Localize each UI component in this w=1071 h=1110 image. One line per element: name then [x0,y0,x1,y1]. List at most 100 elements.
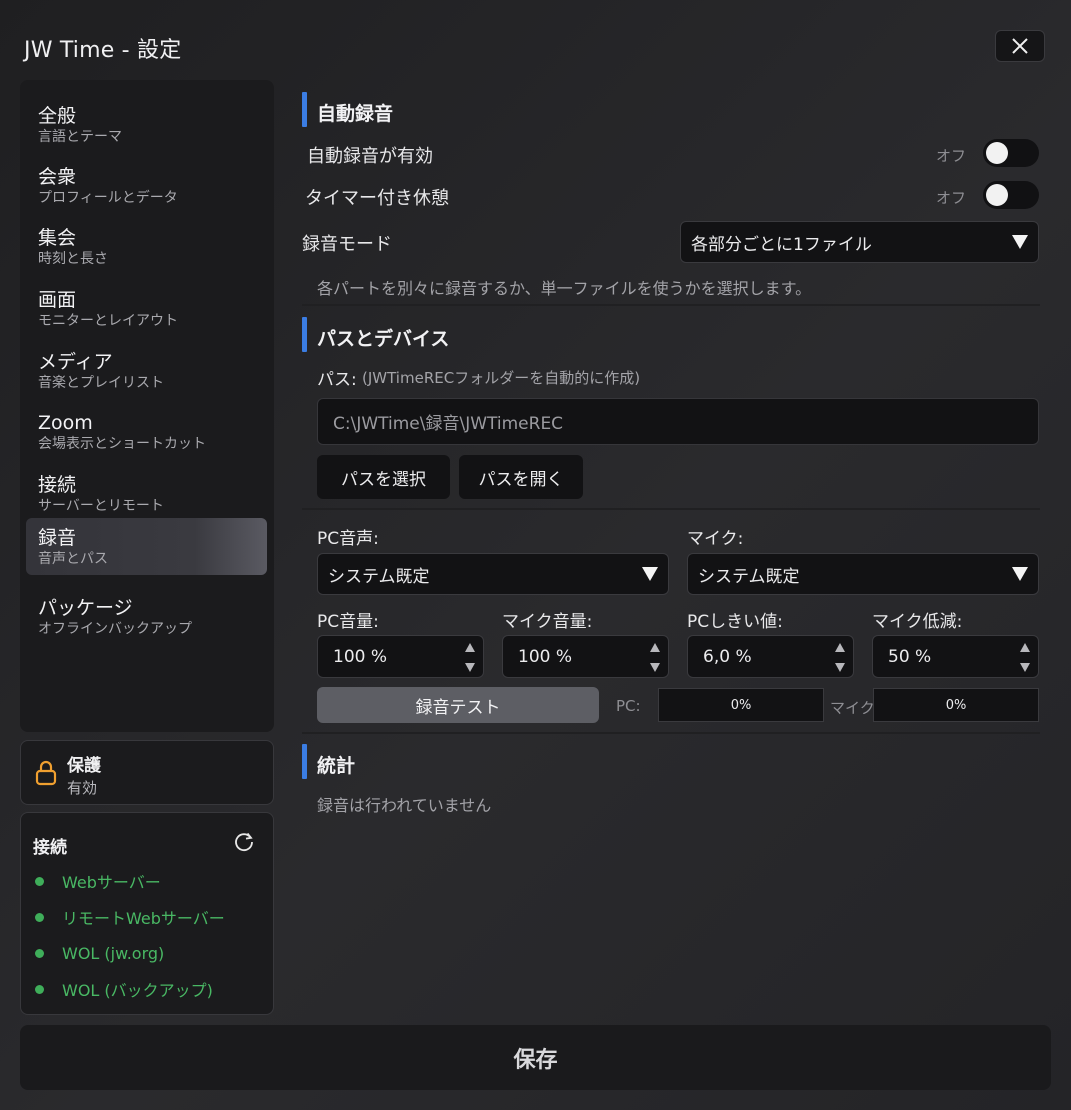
sidebar-nav: 全般 言語とテーマ 会衆 プロフィールとデータ 集会 時刻と長さ 画面 モニター… [20,80,274,732]
auto-record-enabled-state: オフ [936,147,967,165]
settings-window: JW Time - 設定 全般 言語とテーマ 会衆 プロフィールとデータ 集会 … [0,0,1071,1110]
section-divider [302,732,1040,734]
sidebar-item-package[interactable]: パッケージ オフラインバックアップ [26,584,267,641]
connection-item-label: WOL (バックアップ) [62,981,213,1000]
section-divider [302,304,1040,306]
auto-record-toggle[interactable] [983,139,1039,167]
auto-record-enabled-label: 自動録音が有効 [307,146,433,167]
record-mode-select[interactable]: 各部分ごとに1ファイル [680,221,1039,263]
choose-path-button[interactable]: パスを選択 [317,455,450,499]
protection-panel[interactable]: 保護 有効 [20,740,274,805]
sidebar-item-label: 会衆 [38,166,77,188]
toggle-knob [986,184,1008,206]
timed-break-toggle[interactable] [983,181,1039,209]
pc-volume-value: 100 % [333,646,388,667]
path-label: パス: [317,370,357,390]
sidebar-item-sublabel: 音声とパス [38,551,108,567]
sidebar-item-sublabel: プロフィールとデータ [38,190,178,206]
record-mode-hint: 各パートを別々に録音するか、単一ファイルを使うかを選択します。 [317,279,812,298]
stepper-down-icon[interactable] [465,663,475,672]
timed-break-label: タイマー付き休憩 [305,188,449,209]
stepper-up-icon[interactable] [650,643,660,652]
sidebar-item-connection[interactable]: 接続 サーバーとリモート [26,461,267,518]
pc-threshold-stepper[interactable]: 6,0 % [687,635,854,678]
status-dot-icon [35,912,44,922]
sidebar-item-label: 録音 [38,527,77,549]
dropdown-arrow-icon [1012,567,1028,581]
mic-value: システム既定 [698,566,800,587]
sidebar-item-recording[interactable]: 録音 音声とパス [26,518,267,575]
path-hint: (JWTimeRECフォルダーを自動的に作成) [362,369,641,387]
section-accent-bar [302,744,307,779]
open-path-button[interactable]: パスを開く [459,455,583,499]
pc-level-meter: 0% [658,688,824,722]
sidebar-item-congregation[interactable]: 会衆 プロフィールとデータ [26,153,267,210]
refresh-icon[interactable] [233,831,255,853]
sidebar-item-sublabel: サーバーとリモート [38,498,164,514]
pc-meter-label: PC: [616,697,641,715]
mic-volume-value: 100 % [518,646,573,667]
mic-volume-label: マイク音量: [502,612,593,632]
stepper-up-icon[interactable] [1020,643,1030,652]
stats-empty-text: 録音は行われていません [317,796,492,815]
pc-audio-value: システム既定 [328,566,430,587]
connection-item-label: WOL (jw.org) [62,943,165,963]
stepper-down-icon[interactable] [1020,663,1030,672]
mic-level-meter: 0% [873,688,1039,722]
protection-status: 有効 [67,779,98,797]
connection-item-remote-webserver: リモートWebサーバー [35,907,225,928]
mic-reduce-stepper[interactable]: 50 % [872,635,1039,678]
sidebar-item-label: 接続 [38,474,77,496]
mic-label: マイク: [687,529,744,549]
mic-volume-stepper[interactable]: 100 % [502,635,669,678]
record-test-button[interactable]: 録音テスト [317,687,599,723]
sidebar-item-sublabel: 言語とテーマ [38,129,122,145]
section-accent-bar [302,317,307,352]
save-button[interactable]: 保存 [20,1025,1051,1090]
sidebar-item-sublabel: 時刻と長さ [38,251,108,267]
record-mode-label: 録音モード [302,234,392,255]
sidebar-item-sublabel: オフラインバックアップ [38,621,192,637]
stepper-down-icon[interactable] [650,663,660,672]
sidebar-item-zoom[interactable]: Zoom 会場表示とショートカット [26,399,267,456]
pc-volume-stepper[interactable]: 100 % [317,635,484,678]
toggle-knob [986,142,1008,164]
record-mode-value: 各部分ごとに1ファイル [691,234,872,255]
stepper-down-icon[interactable] [835,663,845,672]
sidebar-item-general[interactable]: 全般 言語とテーマ [26,92,267,149]
stepper-up-icon[interactable] [835,643,845,652]
status-dot-icon [35,984,44,994]
paths-section-title: パスとデバイス [317,328,450,350]
dropdown-arrow-icon [1012,235,1028,249]
path-field[interactable]: C:\JWTime\録音\JWTimeREC [317,398,1039,445]
close-icon [1012,38,1028,54]
sidebar-item-sublabel: 会場表示とショートカット [38,436,206,452]
sidebar-item-display[interactable]: 画面 モニターとレイアウト [26,276,267,333]
mic-reduce-label: マイク低減: [872,612,963,632]
dropdown-arrow-icon [642,567,658,581]
connection-item-wol: WOL (jw.org) [35,943,164,963]
status-dot-icon [35,948,44,958]
pc-audio-label: PC音声: [317,529,379,549]
sidebar-item-label: パッケージ [38,597,133,619]
lock-icon [35,760,57,786]
sidebar-item-meetings[interactable]: 集会 時刻と長さ [26,214,267,271]
sidebar-item-label: 全般 [38,105,77,127]
pc-threshold-value: 6,0 % [703,646,752,667]
status-dot-icon [35,876,44,886]
stepper-up-icon[interactable] [465,643,475,652]
sidebar-item-media[interactable]: メディア 音楽とプレイリスト [26,338,267,395]
connection-item-webserver: Webサーバー [35,871,161,892]
section-divider [302,508,1040,510]
mic-reduce-value: 50 % [888,646,932,667]
window-title: JW Time - 設定 [24,38,182,63]
connection-item-label: Webサーバー [62,873,161,892]
protection-title: 保護 [67,756,101,776]
pc-audio-select[interactable]: システム既定 [317,553,669,595]
connection-title: 接続 [33,838,67,858]
close-button[interactable] [995,30,1045,62]
sidebar-item-sublabel: 音楽とプレイリスト [38,375,164,391]
sidebar-item-sublabel: モニターとレイアウト [38,313,178,329]
mic-select[interactable]: システム既定 [687,553,1039,595]
timed-break-state: オフ [936,189,967,207]
